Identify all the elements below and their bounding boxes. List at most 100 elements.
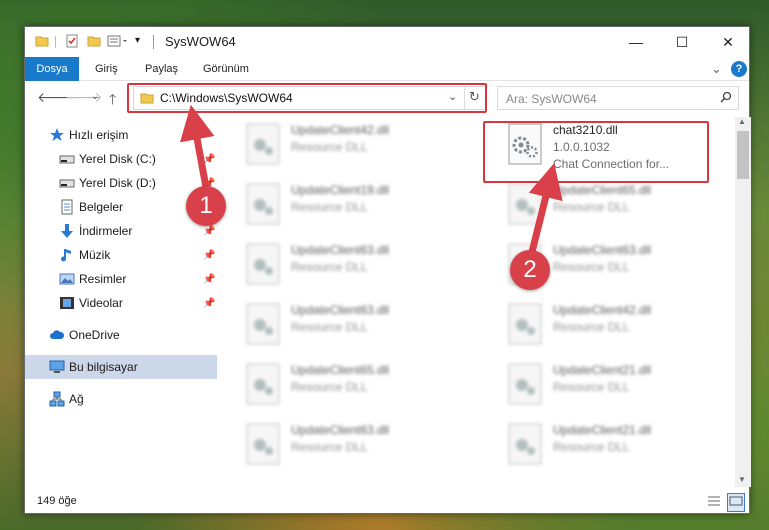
dll-file-icon: [507, 423, 543, 465]
up-arrow-icon[interactable]: 🡑: [109, 89, 116, 113]
sidebar-item-videos[interactable]: Videolar 📌: [25, 291, 217, 315]
sidebar-item-label: Resimler: [79, 272, 127, 286]
download-icon: [59, 223, 75, 239]
file-name: UpdateClient63.dll: [291, 423, 390, 437]
tab-home[interactable]: Giriş: [95, 57, 118, 81]
step-marker-2: 2: [510, 250, 550, 290]
qa-separator: [55, 36, 56, 48]
tab-view[interactable]: Görünüm: [203, 57, 249, 81]
sidebar-item-label: Hızlı erişim: [69, 128, 129, 142]
file-type: Resource DLL: [553, 440, 630, 454]
dll-file-icon: [245, 303, 281, 345]
dll-file-icon: [245, 183, 281, 225]
vertical-scrollbar[interactable]: ▲ ▼: [735, 117, 751, 487]
file-highlight: [483, 121, 709, 183]
star-icon: [49, 127, 65, 143]
tab-file[interactable]: Dosya: [25, 57, 79, 81]
view-options-icon[interactable]: [107, 34, 129, 51]
file-type: Resource DLL: [553, 200, 630, 214]
file-name: UpdateClient63.dll: [553, 243, 652, 257]
dll-file-icon: [507, 363, 543, 405]
sidebar-item-label: Yerel Disk (C:): [79, 152, 156, 166]
new-folder-icon[interactable]: [87, 34, 101, 51]
pin-icon[interactable]: 📌: [203, 274, 215, 285]
drive-icon: [59, 175, 75, 191]
file-type: Resource DLL: [553, 380, 630, 394]
list-item[interactable]: UpdateClient42.dll Resource DLL: [235, 117, 467, 171]
recent-locations-icon[interactable]: ⌄: [91, 91, 99, 102]
sidebar-item-label: İndirmeler: [79, 224, 133, 238]
sidebar-item-network[interactable]: Ağ: [25, 387, 217, 411]
sidebar-item-pictures[interactable]: Resimler 📌: [25, 267, 217, 291]
scroll-up-icon[interactable]: ▲: [738, 117, 746, 126]
minimize-button[interactable]: —: [613, 27, 659, 57]
network-icon: [49, 391, 65, 407]
tiles-view-icon[interactable]: [727, 493, 745, 512]
file-name: UpdateClient63.dll: [291, 303, 390, 317]
list-item[interactable]: UpdateClient63.dll Resource DLL: [235, 417, 467, 471]
pin-icon[interactable]: 📌: [203, 154, 215, 165]
cloud-icon: [49, 327, 65, 343]
document-icon: [59, 199, 75, 215]
sidebar-item-local-disk-d[interactable]: Yerel Disk (D:) 📌: [25, 171, 217, 195]
video-icon: [59, 295, 75, 311]
scroll-down-icon[interactable]: ▼: [738, 475, 746, 484]
dll-file-icon: [507, 183, 543, 225]
status-bar: 149 öğe: [25, 489, 749, 515]
file-type: Resource DLL: [291, 320, 368, 334]
navigation-pane: Hızlı erişim Yerel Disk (C:) 📌 Yerel Dis…: [25, 117, 217, 487]
step-marker-1: 1: [186, 186, 226, 226]
file-type: Resource DLL: [553, 320, 630, 334]
title-separator: [153, 35, 154, 49]
file-name: UpdateClient65.dll: [291, 363, 390, 377]
file-type: Resource DLL: [291, 380, 368, 394]
close-button[interactable]: ✕: [705, 27, 751, 57]
sidebar-item-label: Bu bilgisayar: [69, 360, 138, 374]
help-icon[interactable]: ?: [731, 61, 747, 77]
pin-icon[interactable]: 📌: [203, 298, 215, 309]
tab-share[interactable]: Paylaş: [145, 57, 178, 81]
sidebar-item-downloads[interactable]: İndirmeler 📌: [25, 219, 217, 243]
dll-file-icon: [507, 303, 543, 345]
dll-file-icon: [245, 123, 281, 165]
file-name: UpdateClient42.dll: [553, 303, 652, 317]
list-item[interactable]: UpdateClient63.dll Resource DLL: [235, 237, 467, 291]
search-input[interactable]: Ara: SysWOW64: [497, 86, 739, 110]
sidebar-item-onedrive[interactable]: OneDrive: [25, 323, 217, 347]
pin-icon[interactable]: 📌: [203, 250, 215, 261]
list-item[interactable]: UpdateClient21.dll Resource DLL: [497, 357, 729, 411]
list-item[interactable]: UpdateClient42.dll Resource DLL: [497, 297, 729, 351]
file-name: UpdateClient42.dll: [291, 123, 390, 137]
sidebar-item-local-disk-c[interactable]: Yerel Disk (C:) 📌: [25, 147, 217, 171]
search-placeholder: Ara: SysWOW64: [506, 92, 597, 106]
properties-icon[interactable]: [65, 34, 79, 51]
search-icon[interactable]: [720, 91, 732, 106]
file-name: UpdateClient21.dll: [553, 363, 652, 377]
customize-toolbar-icon[interactable]: ▾: [135, 35, 140, 46]
ribbon-expand-icon[interactable]: ⌄: [711, 57, 722, 81]
sidebar-item-label: Yerel Disk (D:): [79, 176, 156, 190]
music-icon: [59, 247, 75, 263]
list-item[interactable]: UpdateClient21.dll Resource DLL: [497, 417, 729, 471]
list-item[interactable]: UpdateClient65.dll Resource DLL: [497, 177, 729, 231]
sidebar-item-music[interactable]: Müzik 📌: [25, 243, 217, 267]
list-item[interactable]: UpdateClient63.dll Resource DLL: [235, 297, 467, 351]
sidebar-item-this-pc[interactable]: Bu bilgisayar: [25, 355, 217, 379]
list-item[interactable]: UpdateClient19.dll Resource DLL: [235, 177, 467, 231]
pin-icon[interactable]: 📌: [203, 226, 215, 237]
title-bar: ▾ SysWOW64 — ☐ ✕: [25, 27, 749, 57]
file-name: UpdateClient63.dll: [291, 243, 390, 257]
details-view-icon[interactable]: [707, 494, 721, 511]
dll-file-icon: [245, 363, 281, 405]
picture-icon: [59, 271, 75, 287]
file-type: Resource DLL: [291, 440, 368, 454]
sidebar-item-label: Videolar: [79, 296, 123, 310]
address-row: 🡐 🡒 ⌄ 🡑 C:\Windows\SysWOW64 ⌄ ↻ Ara: Sys…: [25, 81, 749, 115]
scrollbar-thumb[interactable]: [737, 131, 749, 179]
window-title: SysWOW64: [165, 34, 236, 49]
folder-icon[interactable]: [35, 34, 49, 51]
sidebar-item-label: Müzik: [79, 248, 111, 262]
list-item[interactable]: UpdateClient65.dll Resource DLL: [235, 357, 467, 411]
maximize-button[interactable]: ☐: [659, 27, 705, 57]
sidebar-item-quick-access[interactable]: Hızlı erişim: [25, 123, 217, 147]
